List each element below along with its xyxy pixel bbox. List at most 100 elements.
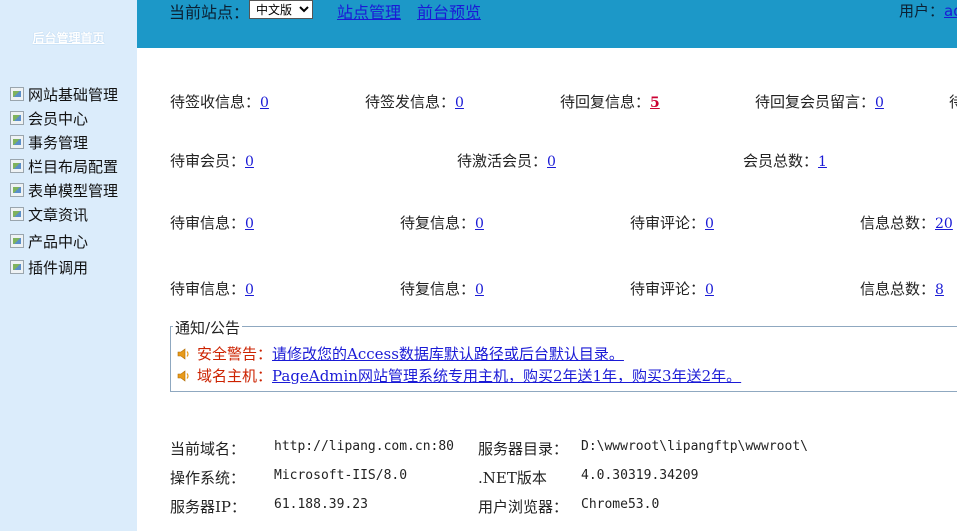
notice-item: 域名主机： PageAdmin网站管理系统专用主机，购买2年送1年，购买3年送2年… [177, 365, 741, 386]
stat-item: 待回复会员留言：0 [755, 91, 884, 112]
stat-value-link[interactable]: 0 [245, 154, 254, 170]
user-label: 用户： [899, 2, 945, 20]
stat-value-link[interactable]: 0 [875, 95, 884, 111]
browser-label: 用户浏览器： [478, 498, 569, 516]
sidebar-item-articles[interactable]: 文章资讯 [10, 202, 118, 226]
sidebar-item-label: 插件调用 [28, 258, 89, 277]
stat-label: 待回复会员留言： [755, 93, 876, 111]
user-name-link[interactable]: ad [944, 2, 957, 20]
sidebar-item-label: 会员中心 [28, 109, 89, 128]
notice-tag: 域名主机： [197, 367, 273, 385]
stat-label: 待签发信息： [365, 93, 456, 111]
broken-image-icon [10, 183, 24, 197]
stat-value-link[interactable]: 0 [475, 282, 484, 298]
user-info: 用户：ad [899, 0, 957, 21]
stat-label: 待激活会员： [457, 152, 548, 170]
sidebar-item-form-model[interactable]: 表单模型管理 [10, 178, 118, 202]
stat-label: 待签收信息： [170, 93, 261, 111]
net-version-value: 4.0.30319.34209 [581, 468, 699, 483]
sidebar-item-label: 产品中心 [28, 232, 89, 251]
stat-label: 待审信息： [170, 280, 246, 298]
server-dir-label: 服务器目录： [478, 440, 569, 458]
frontend-preview-link[interactable]: 前台预览 [417, 0, 481, 23]
domain-label: 当前域名： [170, 440, 246, 458]
sidebar: 后台管理首页 网站基础管理 会员中心 事务管理 栏目布局配置 表单模型管理 文章… [0, 0, 137, 531]
broken-image-icon [10, 234, 24, 248]
current-site-label: 当前站点： [169, 3, 250, 22]
stat-item: 信息总数：8 [860, 278, 944, 299]
stat-item: 会员总数：1 [743, 150, 827, 171]
stat-item: 待审信息：0 [170, 212, 254, 233]
stat-value-link[interactable]: 0 [245, 216, 254, 232]
stat-label: 待复信息： [400, 214, 476, 232]
os-label: 操作系统： [170, 469, 246, 487]
sidebar-item-affairs[interactable]: 事务管理 [10, 130, 118, 154]
stat-value-link[interactable]: 1 [818, 154, 827, 170]
broken-image-icon [10, 159, 24, 173]
admin-home-link[interactable]: 后台管理首页 [0, 29, 137, 46]
stat-item: 信息总数：20 [860, 212, 953, 233]
broken-image-icon [10, 207, 24, 221]
sidebar-item-member-center[interactable]: 会员中心 [10, 106, 118, 130]
stat-item: 待审会员：0 [170, 150, 254, 171]
stat-label: 待回复信息： [560, 93, 651, 111]
stat-value-link[interactable]: 8 [935, 282, 944, 298]
sidebar-item-label: 事务管理 [28, 133, 89, 152]
stat-label: 待复信息： [400, 280, 476, 298]
broken-image-icon [10, 260, 24, 274]
notice-tag: 安全警告： [197, 345, 273, 363]
stat-label: 待审评论： [630, 214, 706, 232]
stat-value-link[interactable]: 0 [455, 95, 464, 111]
stat-label: 待审会员： [170, 152, 246, 170]
sidebar-item-site-basic[interactable]: 网站基础管理 [10, 82, 118, 106]
stat-item: 待激活会员：0 [457, 150, 556, 171]
sidebar-menu: 网站基础管理 会员中心 事务管理 栏目布局配置 表单模型管理 文章资讯 产品中心… [10, 82, 118, 279]
sidebar-item-column-layout[interactable]: 栏目布局配置 [10, 154, 118, 178]
stat-item: 待签发信息：0 [365, 91, 464, 112]
server-ip-label: 服务器IP： [170, 498, 247, 516]
domain-value: http://lipang.com.cn:80 [274, 439, 455, 454]
notice-box: 通知/公告 安全警告： 请修改您的Access数据库默认路径或后台默认目录。 域名… [170, 317, 957, 392]
stat-value-link[interactable]: 20 [935, 216, 953, 232]
top-bar: 当前站点： 中文版 站点管理 前台预览 用户：ad [137, 0, 957, 48]
stat-value-link[interactable]: 5 [650, 95, 660, 111]
broken-image-icon [10, 111, 24, 125]
notice-link[interactable]: PageAdmin网站管理系统专用主机，购买2年送1年，购买3年送2年。 [272, 365, 741, 386]
sidebar-item-plugins[interactable]: 插件调用 [10, 255, 118, 279]
stat-item: 待 [949, 91, 957, 112]
server-dir-value: D:\wwwroot\lipangftp\wwwroot\ [581, 439, 808, 454]
site-select[interactable]: 中文版 [249, 0, 313, 19]
notice-title: 通知/公告 [173, 317, 243, 338]
notice-link[interactable]: 请修改您的Access数据库默认路径或后台默认目录。 [272, 343, 624, 364]
stat-label: 信息总数： [860, 214, 936, 232]
sidebar-item-label: 文章资讯 [28, 205, 89, 224]
stat-item: 待审评论：0 [630, 278, 714, 299]
stat-value-link[interactable]: 0 [547, 154, 556, 170]
stat-item: 待签收信息：0 [170, 91, 269, 112]
sidebar-item-label: 栏目布局配置 [28, 157, 119, 176]
os-value: Microsoft-IIS/8.0 [274, 468, 408, 483]
sidebar-item-label: 网站基础管理 [28, 85, 119, 104]
net-version-label: .NET版本 [478, 469, 547, 487]
stat-value-link[interactable]: 0 [705, 282, 714, 298]
stat-value-link[interactable]: 0 [705, 216, 714, 232]
sidebar-item-products[interactable]: 产品中心 [10, 229, 118, 253]
stat-label: 会员总数： [743, 152, 819, 170]
notice-item: 安全警告： 请修改您的Access数据库默认路径或后台默认目录。 [177, 343, 624, 364]
stat-value-link[interactable]: 0 [260, 95, 269, 111]
server-ip-value: 61.188.39.23 [274, 497, 368, 512]
stat-item: 待回复信息：5 [560, 91, 660, 112]
site-manage-link[interactable]: 站点管理 [337, 0, 401, 23]
speaker-icon [177, 369, 189, 382]
stat-label: 待 [949, 93, 957, 111]
stat-value-link[interactable]: 0 [245, 282, 254, 298]
stat-item: 待审评论：0 [630, 212, 714, 233]
stat-item: 待审信息：0 [170, 278, 254, 299]
stat-label: 待审信息： [170, 214, 246, 232]
browser-value: Chrome53.0 [581, 497, 660, 512]
stat-label: 信息总数： [860, 280, 936, 298]
stat-item: 待复信息：0 [400, 278, 484, 299]
stat-value-link[interactable]: 0 [475, 216, 484, 232]
stat-item: 待复信息：0 [400, 212, 484, 233]
stat-label: 待审评论： [630, 280, 706, 298]
